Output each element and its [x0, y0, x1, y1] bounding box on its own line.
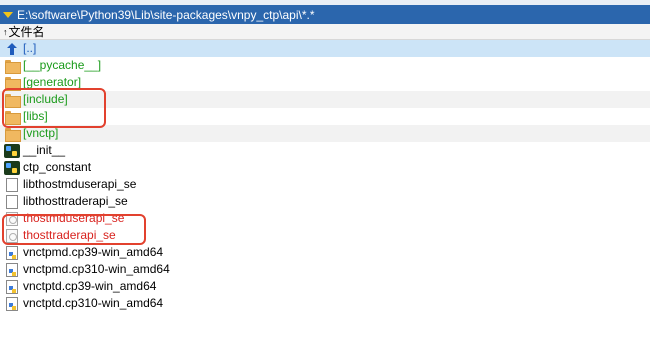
file-name: [generator]	[23, 75, 82, 89]
file-row-libs[interactable]: [libs]	[0, 108, 650, 125]
file-row-include[interactable]: [include]	[0, 91, 650, 108]
file-list: [..] [__pycache__] [generator] [include]…	[0, 40, 650, 312]
file-name: vnctptd.cp310-win_amd64	[23, 296, 164, 310]
folder-icon	[4, 76, 21, 91]
pyd-file-icon	[6, 245, 18, 260]
file-name: [__pycache__]	[23, 58, 102, 72]
pyd-file-icon	[6, 262, 18, 277]
pyd-file-icon	[6, 279, 18, 294]
folder-icon	[4, 110, 21, 125]
file-row-thostmduserapi[interactable]: thostmduserapi_se	[0, 210, 650, 227]
folder-icon	[4, 127, 21, 142]
dll-icon	[6, 228, 18, 243]
file-name: vnctpmd.cp39-win_amd64	[23, 245, 164, 259]
folder-icon	[4, 93, 21, 108]
column-header-name[interactable]: ↑ 文件名	[0, 24, 650, 40]
file-icon	[6, 194, 18, 209]
file-name: vnctpmd.cp310-win_amd64	[23, 262, 170, 276]
file-name: [include]	[23, 92, 68, 106]
dll-icon	[6, 211, 18, 226]
file-row-parent[interactable]: [..]	[0, 40, 650, 57]
file-row-vnctpmd-cp39[interactable]: vnctpmd.cp39-win_amd64	[0, 244, 650, 261]
file-row-pycache[interactable]: [__pycache__]	[0, 57, 650, 74]
python-file-icon	[4, 143, 20, 158]
up-arrow-icon	[4, 42, 20, 56]
file-row-thosttraderapi[interactable]: thosttraderapi_se	[0, 227, 650, 244]
file-name: [libs]	[23, 109, 48, 123]
file-name: thostmduserapi_se	[23, 211, 125, 225]
file-row-generator[interactable]: [generator]	[0, 74, 650, 91]
pyd-file-icon	[6, 296, 18, 311]
path-bar[interactable]: E:\software\Python39\Lib\site-packages\v…	[0, 5, 650, 24]
folder-icon	[4, 59, 21, 74]
file-name: [vnctp]	[23, 126, 59, 140]
dropdown-triangle-icon[interactable]	[3, 11, 13, 18]
file-icon	[6, 177, 18, 192]
file-name: [..]	[23, 41, 37, 55]
file-row-vnctp[interactable]: [vnctp]	[0, 125, 650, 142]
current-path: E:\software\Python39\Lib\site-packages\v…	[17, 7, 315, 22]
sort-ascending-icon: ↑	[3, 26, 8, 37]
file-name: __init__	[23, 143, 66, 157]
file-row-vnctptd-cp310[interactable]: vnctptd.cp310-win_amd64	[0, 295, 650, 312]
file-row-libthostmduserapi[interactable]: libthostmduserapi_se	[0, 176, 650, 193]
file-row-init[interactable]: __init__	[0, 142, 650, 159]
column-header-label: 文件名	[8, 25, 45, 39]
file-row-libthosttraderapi[interactable]: libthosttraderapi_se	[0, 193, 650, 210]
file-row-ctp-constant[interactable]: ctp_constant	[0, 159, 650, 176]
file-row-vnctptd-cp39[interactable]: vnctptd.cp39-win_amd64	[0, 278, 650, 295]
file-name: libthosttraderapi_se	[23, 194, 128, 208]
file-name: libthostmduserapi_se	[23, 177, 137, 191]
file-name: thosttraderapi_se	[23, 228, 116, 242]
file-name: ctp_constant	[23, 160, 92, 174]
file-row-vnctpmd-cp310[interactable]: vnctpmd.cp310-win_amd64	[0, 261, 650, 278]
file-name: vnctptd.cp39-win_amd64	[23, 279, 157, 293]
python-file-icon	[4, 160, 20, 175]
